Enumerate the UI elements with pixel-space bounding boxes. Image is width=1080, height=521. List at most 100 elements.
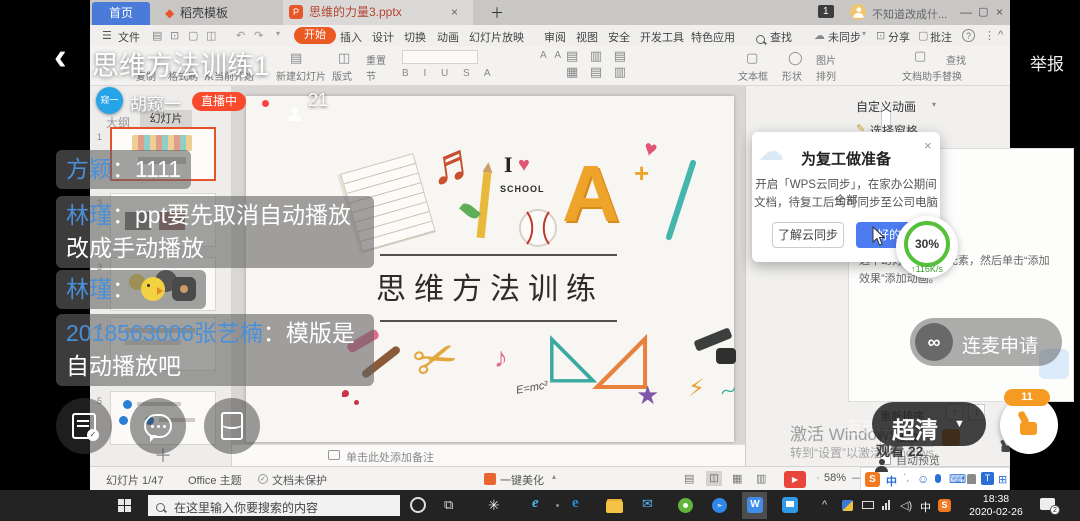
layout-icon[interactable]: ◫: [338, 50, 350, 66]
dropdown-icon[interactable]: ▾: [276, 29, 280, 38]
taskbar-search-box[interactable]: 在这里输入你要搜索的内容: [148, 495, 400, 516]
menu-icon[interactable]: ☰: [102, 29, 112, 42]
ribbon-picture[interactable]: 图片: [816, 52, 836, 67]
help-icon[interactable]: ?: [962, 29, 975, 42]
account-avatar[interactable]: [850, 4, 866, 20]
slideshow-play-button[interactable]: ▶: [784, 471, 806, 488]
menu-tab-security[interactable]: 安全: [608, 29, 630, 45]
align-buttons[interactable]: ▦ ▤ ▥: [566, 64, 630, 80]
quality-selector-button[interactable]: 超清 ▼: [872, 402, 986, 446]
capture-app-icon[interactable]: [782, 497, 798, 513]
maximize-icon[interactable]: ▢: [978, 5, 988, 18]
start-button[interactable]: [118, 499, 131, 512]
ribbon-arrange[interactable]: 排列: [816, 68, 836, 83]
tray-time[interactable]: 18:38: [966, 493, 1026, 505]
chat-fab-button[interactable]: [130, 398, 186, 454]
tab-document[interactable]: P 思维的力量3.pptx ×: [283, 0, 473, 25]
ie-icon[interactable]: e: [532, 495, 539, 512]
redpacket-fab-button[interactable]: [204, 398, 260, 454]
zoom-level[interactable]: 58%: [824, 472, 846, 484]
tab-close-icon[interactable]: ×: [451, 0, 458, 25]
menu-tab-devtools[interactable]: 开发工具: [640, 29, 684, 45]
ribbon-assistant[interactable]: 文档助手: [902, 68, 942, 83]
save-icon[interactable]: ▤: [152, 29, 162, 42]
ime-keyboard-icon[interactable]: ⌨: [949, 472, 966, 486]
panel-title-caret-icon[interactable]: ▾: [932, 100, 936, 109]
ribbon-replace[interactable]: 替换: [942, 68, 962, 83]
ime-mic-icon[interactable]: [935, 474, 941, 483]
net-speed-indicator[interactable]: 30% ↑116K/s: [896, 216, 958, 278]
tray-sogou-icon[interactable]: S: [938, 499, 951, 512]
tray-wifi-icon[interactable]: [882, 500, 890, 510]
ribbon-textbox[interactable]: 文本框: [738, 68, 768, 83]
tab-home[interactable]: 首页: [92, 2, 150, 25]
ribbon-font-style-buttons[interactable]: B I U S A: [402, 68, 497, 79]
protect-label[interactable]: 文档未保护: [272, 472, 327, 488]
undo-icon[interactable]: ↶: [236, 29, 245, 42]
menu-tab-design[interactable]: 设计: [372, 29, 394, 45]
ribbon-reset[interactable]: 重置: [366, 52, 386, 67]
redo-icon[interactable]: ↷: [254, 29, 263, 42]
ime-emoji-icon[interactable]: ☺: [917, 472, 929, 486]
ime-skin-icon[interactable]: T: [981, 472, 994, 485]
green-app-icon[interactable]: [678, 498, 693, 513]
list-buttons[interactable]: ▤ ▥ ▤: [566, 48, 630, 64]
ribbon-new-slide[interactable]: 新建幻灯片: [276, 68, 326, 83]
account-name[interactable]: 不知道改成什...: [872, 6, 947, 22]
task-view-icon[interactable]: ⧉: [444, 497, 453, 513]
notes-placeholder[interactable]: 单击此处添加备注: [346, 449, 434, 465]
back-icon[interactable]: ‹: [54, 36, 67, 79]
menu-tab-view[interactable]: 视图: [576, 29, 598, 45]
menu-file[interactable]: 文件: [118, 29, 140, 45]
font-name-box[interactable]: [402, 50, 478, 64]
signin-fab-button[interactable]: ✓: [56, 398, 112, 454]
new-slide-icon[interactable]: ▤: [290, 50, 302, 66]
menu-tab-transition[interactable]: 切换: [404, 29, 426, 45]
wps-app-icon[interactable]: W: [747, 497, 763, 513]
close-window-icon[interactable]: ×: [996, 5, 1003, 19]
view-notes-icon[interactable]: ▤: [684, 472, 694, 485]
ime-chinese-icon[interactable]: 中: [886, 473, 897, 489]
mail-icon[interactable]: ✉: [642, 496, 653, 512]
menu-share[interactable]: 分享: [888, 29, 910, 45]
ime-hand-icon[interactable]: [967, 474, 976, 484]
ime-toolbox-icon[interactable]: ⊞: [998, 473, 1007, 486]
tray-display-icon[interactable]: [862, 501, 874, 509]
ribbon-layout[interactable]: 版式: [332, 68, 352, 83]
tray-security-icon[interactable]: [842, 500, 853, 511]
browser-app-icon[interactable]: ➣: [712, 498, 727, 513]
menu-find[interactable]: 查找: [770, 29, 792, 45]
menu-tab-animation[interactable]: 动画: [437, 29, 459, 45]
tray-volume-icon[interactable]: ◁): [900, 499, 912, 512]
theme-label[interactable]: Office 主题: [188, 472, 242, 488]
output-icon[interactable]: ⊡: [170, 29, 179, 42]
shape-icon[interactable]: ◯: [788, 50, 803, 66]
minimize-icon[interactable]: —: [960, 5, 972, 19]
font-size-buttons[interactable]: A A: [540, 50, 564, 61]
ribbon-section[interactable]: 节: [366, 68, 376, 83]
view-reading-icon[interactable]: ▥: [756, 472, 766, 485]
ribbon-find[interactable]: 查找: [946, 52, 966, 67]
report-button[interactable]: 举报: [1030, 50, 1064, 75]
menu-sync[interactable]: 未同步: [828, 29, 861, 45]
message-count-badge[interactable]: 1: [818, 5, 834, 18]
new-tab-button[interactable]: ＋: [490, 2, 504, 25]
learn-cloud-sync-button[interactable]: 了解云同步: [772, 222, 844, 248]
file-explorer-icon[interactable]: [606, 501, 623, 513]
streamer-avatar[interactable]: 窥一: [96, 87, 123, 114]
slide-canvas[interactable]: ♬ I ♥ SCHOOL A + ♥ 思维方法训练: [246, 96, 734, 442]
textbox-icon[interactable]: ▢: [746, 50, 758, 66]
cortana-icon[interactable]: [410, 497, 426, 513]
beautify-label[interactable]: 一键美化: [500, 472, 544, 488]
notes-bar[interactable]: 单击此处添加备注: [232, 444, 745, 466]
menu-tab-start[interactable]: 开始: [294, 27, 336, 44]
pinwheel-app-icon[interactable]: ✳: [488, 497, 500, 514]
sync-caret-icon[interactable]: ▾: [862, 29, 866, 38]
tray-ime-icon[interactable]: 中: [920, 499, 931, 515]
menu-tab-review[interactable]: 审阅: [544, 29, 566, 45]
mic-request-button[interactable]: ∞ 连麦申请: [910, 318, 1062, 366]
collapse-ribbon-icon[interactable]: ^: [998, 29, 1003, 41]
preview-icon[interactable]: ◫: [206, 29, 216, 42]
menu-tab-insert[interactable]: 插入: [340, 29, 362, 45]
edge-icon[interactable]: e: [572, 495, 579, 512]
